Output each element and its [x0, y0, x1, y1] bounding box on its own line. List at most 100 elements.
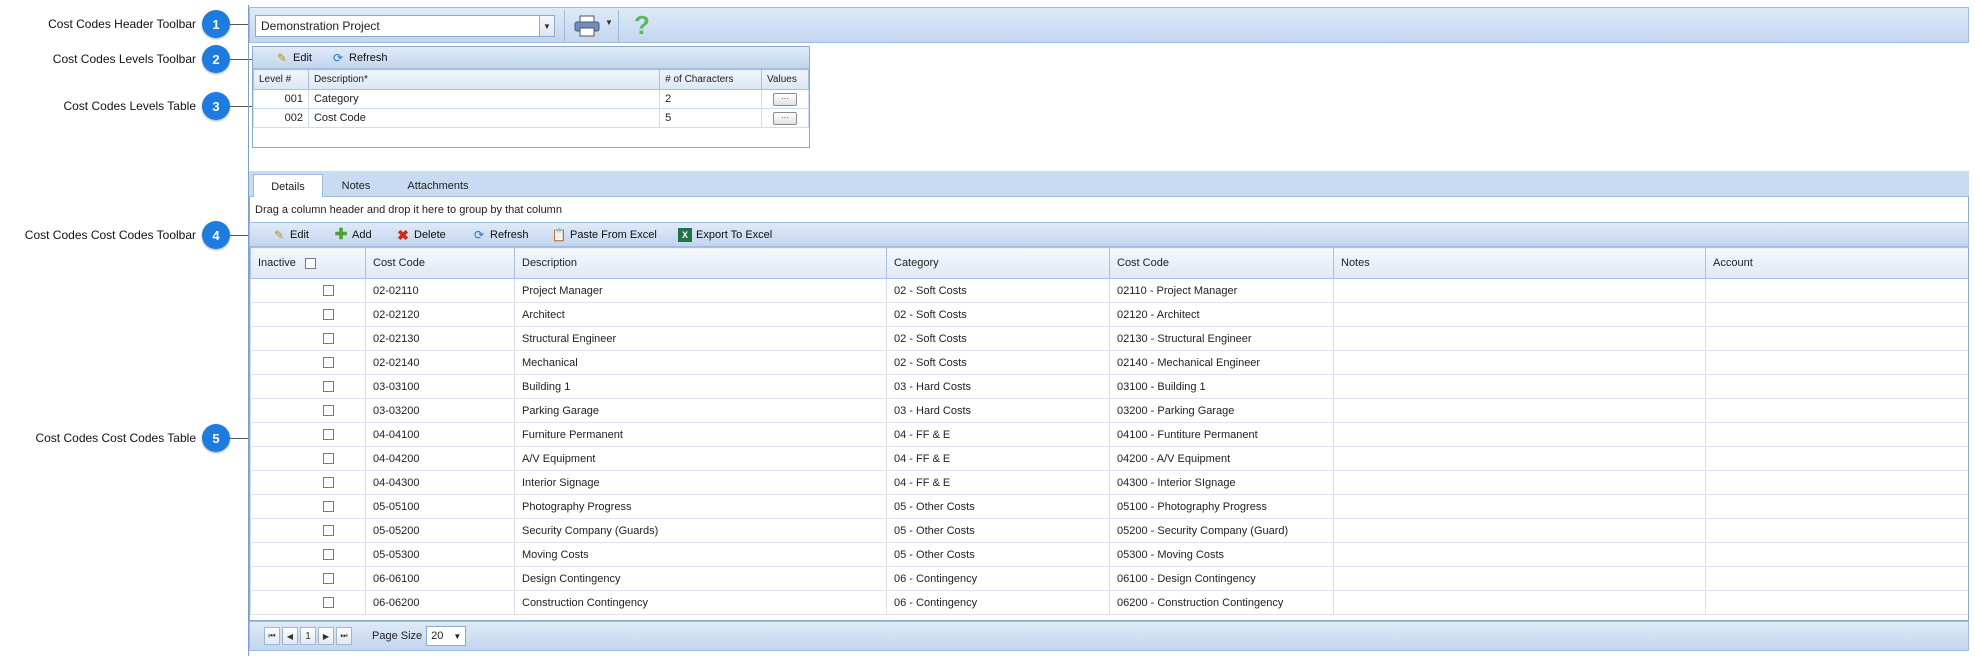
cc-cell-notes	[1333, 494, 1706, 519]
cc-cell-cost-code-full: 03100 - Building 1	[1109, 374, 1334, 399]
cc-col-cost-code[interactable]: Cost Code	[365, 247, 515, 279]
table-row[interactable]: 06-06200 Construction Contingency 06 - Con…	[250, 590, 1968, 615]
first-page-button[interactable]: ⏮	[264, 627, 280, 645]
tab-details[interactable]: Details	[253, 174, 323, 198]
cc-cell-description: A/V Equipment	[514, 446, 887, 471]
next-page-button[interactable]: ▶	[318, 627, 334, 645]
table-row[interactable]: 06-06100 Design Contingency 06 - Contingen…	[250, 566, 1968, 591]
project-select[interactable]: Demonstration Project ▼	[255, 15, 555, 37]
cc-col-description[interactable]: Description	[514, 247, 887, 279]
select-all-checkbox[interactable]	[304, 257, 316, 269]
levels-header-row: Level # Description* # of Characters Val…	[253, 69, 809, 90]
cc-col-inactive[interactable]: Inactive	[250, 247, 366, 279]
print-dropdown-chevron-icon[interactable]: ▼	[605, 18, 613, 27]
add-icon: ✚	[334, 226, 348, 243]
cc-cell-notes	[1333, 278, 1706, 303]
cc-cell-account	[1705, 590, 1968, 615]
levels-col-characters[interactable]: # of Characters	[659, 69, 762, 90]
values-ellipsis-button[interactable]: ···	[773, 112, 797, 125]
inactive-checkbox[interactable]	[322, 597, 334, 609]
inactive-checkbox[interactable]	[322, 405, 334, 417]
pencil-icon: ✎	[276, 51, 288, 65]
page-size-select[interactable]: 20 ▼	[426, 626, 467, 646]
table-row[interactable]: 04-04300 Interior Signage 04 - FF & E 04300…	[250, 470, 1968, 495]
inactive-checkbox[interactable]	[322, 453, 334, 465]
inactive-checkbox[interactable]	[322, 357, 334, 369]
cc-cell-notes	[1333, 470, 1706, 495]
cc-cell-cost-code: 06-06100	[365, 566, 515, 591]
printer-icon	[574, 15, 600, 37]
cc-cell-cost-code: 03-03200	[365, 398, 515, 423]
refresh-icon: ⟳	[473, 228, 485, 242]
cc-cell-cost-code: 02-02140	[365, 350, 515, 375]
table-row[interactable]: 05-05100 Photography Progress 05 - Other C…	[250, 494, 1968, 519]
cc-export-button[interactable]: X Export To Excel	[678, 228, 772, 242]
cc-cell-notes	[1333, 350, 1706, 375]
inactive-checkbox[interactable]	[322, 333, 334, 345]
cc-cell-category: 06 - Contingency	[886, 590, 1110, 615]
group-by-panel[interactable]: Drag a column header and drop it here to…	[249, 197, 1969, 222]
cc-cell-description: Construction Contingency	[514, 590, 887, 615]
inactive-checkbox[interactable]	[322, 309, 334, 321]
cc-edit-button[interactable]: ✎ Edit	[272, 228, 309, 242]
print-button[interactable]	[572, 14, 602, 38]
cc-cell-cost-code-full: 05100 - Photography Progress	[1109, 494, 1334, 519]
cc-paste-button[interactable]: 📋 Paste From Excel	[552, 228, 657, 242]
levels-cell-characters: 5	[659, 108, 762, 128]
cc-refresh-label: Refresh	[490, 229, 529, 241]
tab-strip: Details Notes Attachments	[249, 171, 1969, 198]
inactive-checkbox[interactable]	[322, 429, 334, 441]
tab-notes[interactable]: Notes	[325, 174, 387, 197]
table-row[interactable]: 03-03100 Building 1 03 - Hard Costs 03100 -…	[250, 374, 1968, 399]
table-row[interactable]: 02-02140 Mechanical 02 - Soft Costs 02140 -…	[250, 350, 1968, 375]
cc-export-label: Export To Excel	[696, 229, 773, 241]
levels-col-values[interactable]: Values	[761, 69, 809, 90]
cc-cell-cost-code: 03-03100	[365, 374, 515, 399]
cc-cell-notes	[1333, 398, 1706, 423]
callout-label: Cost Codes Cost Codes Table	[35, 431, 196, 445]
table-row[interactable]: 02-02110 Project Manager 02 - Soft Costs 02…	[250, 278, 1968, 303]
cc-col-category[interactable]: Category	[886, 247, 1110, 279]
cc-col-cost-code-full[interactable]: Cost Code	[1109, 247, 1334, 279]
inactive-checkbox[interactable]	[322, 549, 334, 561]
cc-col-account[interactable]: Account	[1705, 247, 1968, 279]
callout-number-badge: 4	[202, 221, 230, 249]
inactive-checkbox[interactable]	[322, 285, 334, 297]
levels-row[interactable]: 001 Category 2 ···	[253, 89, 809, 109]
levels-edit-button[interactable]: ✎ Edit	[275, 51, 312, 65]
help-icon[interactable]: ?	[634, 10, 650, 41]
chevron-down-icon[interactable]: ▼	[539, 16, 554, 36]
cc-add-button[interactable]: ✚ Add	[334, 226, 372, 243]
page-number[interactable]: 1	[300, 627, 316, 645]
cc-cell-description: Architect	[514, 302, 887, 327]
levels-row[interactable]: 002 Cost Code 5 ···	[253, 108, 809, 128]
cc-cell-account	[1705, 494, 1968, 519]
table-row[interactable]: 02-02120 Architect 02 - Soft Costs 02120 - …	[250, 302, 1968, 327]
inactive-checkbox[interactable]	[322, 525, 334, 537]
cc-delete-button[interactable]: ✖ Delete	[396, 228, 446, 242]
cc-cell-cost-code: 06-06200	[365, 590, 515, 615]
values-ellipsis-button[interactable]: ···	[773, 93, 797, 106]
tab-attachments[interactable]: Attachments	[393, 174, 483, 197]
cc-col-notes[interactable]: Notes	[1333, 247, 1706, 279]
table-row[interactable]: 04-04100 Furniture Permanent 04 - FF & E 04…	[250, 422, 1968, 447]
levels-col-description[interactable]: Description*	[307, 69, 661, 90]
table-row[interactable]: 02-02130 Structural Engineer 02 - Soft Cos…	[250, 326, 1968, 351]
last-page-button[interactable]: ⏭	[336, 627, 352, 645]
cc-cell-cost-code-full: 04300 - Interior SIgnage	[1109, 470, 1334, 495]
inactive-checkbox[interactable]	[322, 501, 334, 513]
table-row[interactable]: 03-03200 Parking Garage 03 - Hard Costs 032…	[250, 398, 1968, 423]
levels-cell-level: 002	[253, 108, 309, 128]
inactive-checkbox[interactable]	[322, 573, 334, 585]
cc-cell-notes	[1333, 446, 1706, 471]
inactive-checkbox[interactable]	[322, 381, 334, 393]
callout-label: Cost Codes Header Toolbar	[48, 17, 196, 31]
inactive-checkbox[interactable]	[322, 477, 334, 489]
prev-page-button[interactable]: ◀	[282, 627, 298, 645]
table-row[interactable]: 04-04200 A/V Equipment 04 - FF & E 04200 - …	[250, 446, 1968, 471]
cc-refresh-button[interactable]: ⟳ Refresh	[472, 228, 529, 242]
levels-refresh-button[interactable]: ⟳ Refresh	[331, 51, 388, 65]
table-row[interactable]: 05-05200 Security Company (Guards) 05 - Ot…	[250, 518, 1968, 543]
levels-col-level[interactable]: Level #	[253, 69, 309, 90]
table-row[interactable]: 05-05300 Moving Costs 05 - Other Costs 0530…	[250, 542, 1968, 567]
